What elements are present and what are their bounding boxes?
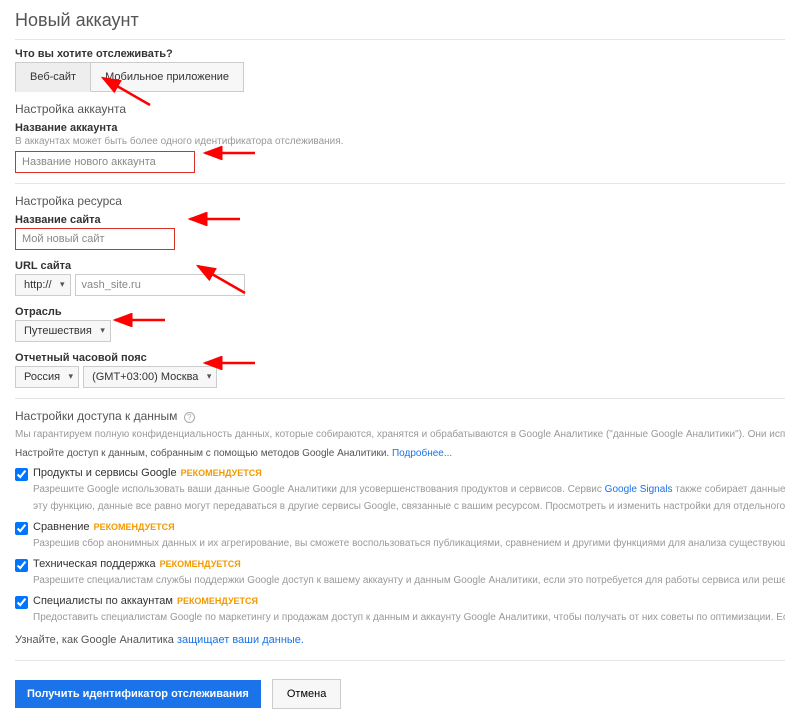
- divider: [15, 183, 785, 184]
- checkbox-specialists-desc: Предоставить специалистам Google по марк…: [33, 611, 785, 624]
- checkbox-benchmark[interactable]: [15, 522, 28, 535]
- checkbox-specialists-label: Специалисты по аккаунтамРЕКОМЕНДУЕТСЯ: [33, 595, 258, 607]
- industry-select[interactable]: Путешествия: [15, 320, 111, 342]
- account-name-label: Название аккаунта: [15, 122, 785, 134]
- sharing-intro: Мы гарантируем полную конфиденциальность…: [15, 429, 785, 440]
- country-select[interactable]: Россия: [15, 366, 79, 388]
- divider: [15, 398, 785, 399]
- timezone-select[interactable]: (GMT+03:00) Москва: [83, 366, 217, 388]
- track-question: Что вы хотите отслеживать?: [15, 48, 785, 60]
- url-input[interactable]: vash_site.ru: [75, 274, 245, 296]
- google-signals-link[interactable]: Google Signals: [605, 484, 673, 495]
- checkbox-specialists[interactable]: [15, 596, 28, 609]
- checkbox-products-desc2: эту функцию, данные все равно могут пере…: [33, 500, 785, 513]
- track-tabs: Веб-сайт Мобильное приложение: [15, 62, 785, 92]
- site-name-label: Название сайта: [15, 214, 785, 226]
- info-icon[interactable]: ?: [184, 412, 195, 423]
- checkbox-products-label: Продукты и сервисы GoogleРЕКОМЕНДУЕТСЯ: [33, 467, 262, 479]
- divider: [15, 39, 785, 40]
- checkbox-products[interactable]: [15, 468, 28, 481]
- get-tracking-id-button[interactable]: Получить идентификатор отслеживания: [15, 680, 261, 708]
- configure-link[interactable]: Подробнее...: [392, 448, 452, 459]
- url-label: URL сайта: [15, 260, 785, 272]
- account-section: Настройка аккаунта: [15, 102, 785, 116]
- checkbox-products-desc: Разрешите Google использовать ваши данны…: [33, 483, 785, 496]
- property-section: Настройка ресурса: [15, 194, 785, 208]
- page-title: Новый аккаунт: [15, 10, 785, 31]
- account-name-help: В аккаунтах может быть более одного иден…: [15, 136, 785, 147]
- sharing-configure: Настройте доступ к данным, собранным с п…: [15, 448, 785, 459]
- tab-mobile[interactable]: Мобильное приложение: [91, 62, 244, 92]
- site-name-input[interactable]: Мой новый сайт: [15, 228, 175, 250]
- account-name-input[interactable]: Название нового аккаунта: [15, 151, 195, 173]
- divider: [15, 660, 785, 661]
- checkbox-benchmark-desc: Разрешив сбор анонимных данных и их агре…: [33, 537, 785, 550]
- checkbox-support[interactable]: [15, 559, 28, 572]
- checkbox-support-desc: Разрешите специалистам службы поддержки …: [33, 574, 785, 587]
- industry-label: Отрасль: [15, 306, 785, 318]
- tab-website[interactable]: Веб-сайт: [15, 62, 91, 92]
- sharing-footer: Узнайте, как Google Аналитика защищает в…: [15, 634, 785, 646]
- checkbox-support-label: Техническая поддержкаРЕКОМЕНДУЕТСЯ: [33, 558, 241, 570]
- sharing-section: Настройки доступа к данным ?: [15, 409, 785, 423]
- protocol-select[interactable]: http://: [15, 274, 71, 296]
- checkbox-benchmark-label: СравнениеРЕКОМЕНДУЕТСЯ: [33, 521, 175, 533]
- timezone-label: Отчетный часовой пояс: [15, 352, 785, 364]
- cancel-button[interactable]: Отмена: [272, 679, 341, 709]
- protect-data-link[interactable]: защищает ваши данные.: [177, 634, 304, 646]
